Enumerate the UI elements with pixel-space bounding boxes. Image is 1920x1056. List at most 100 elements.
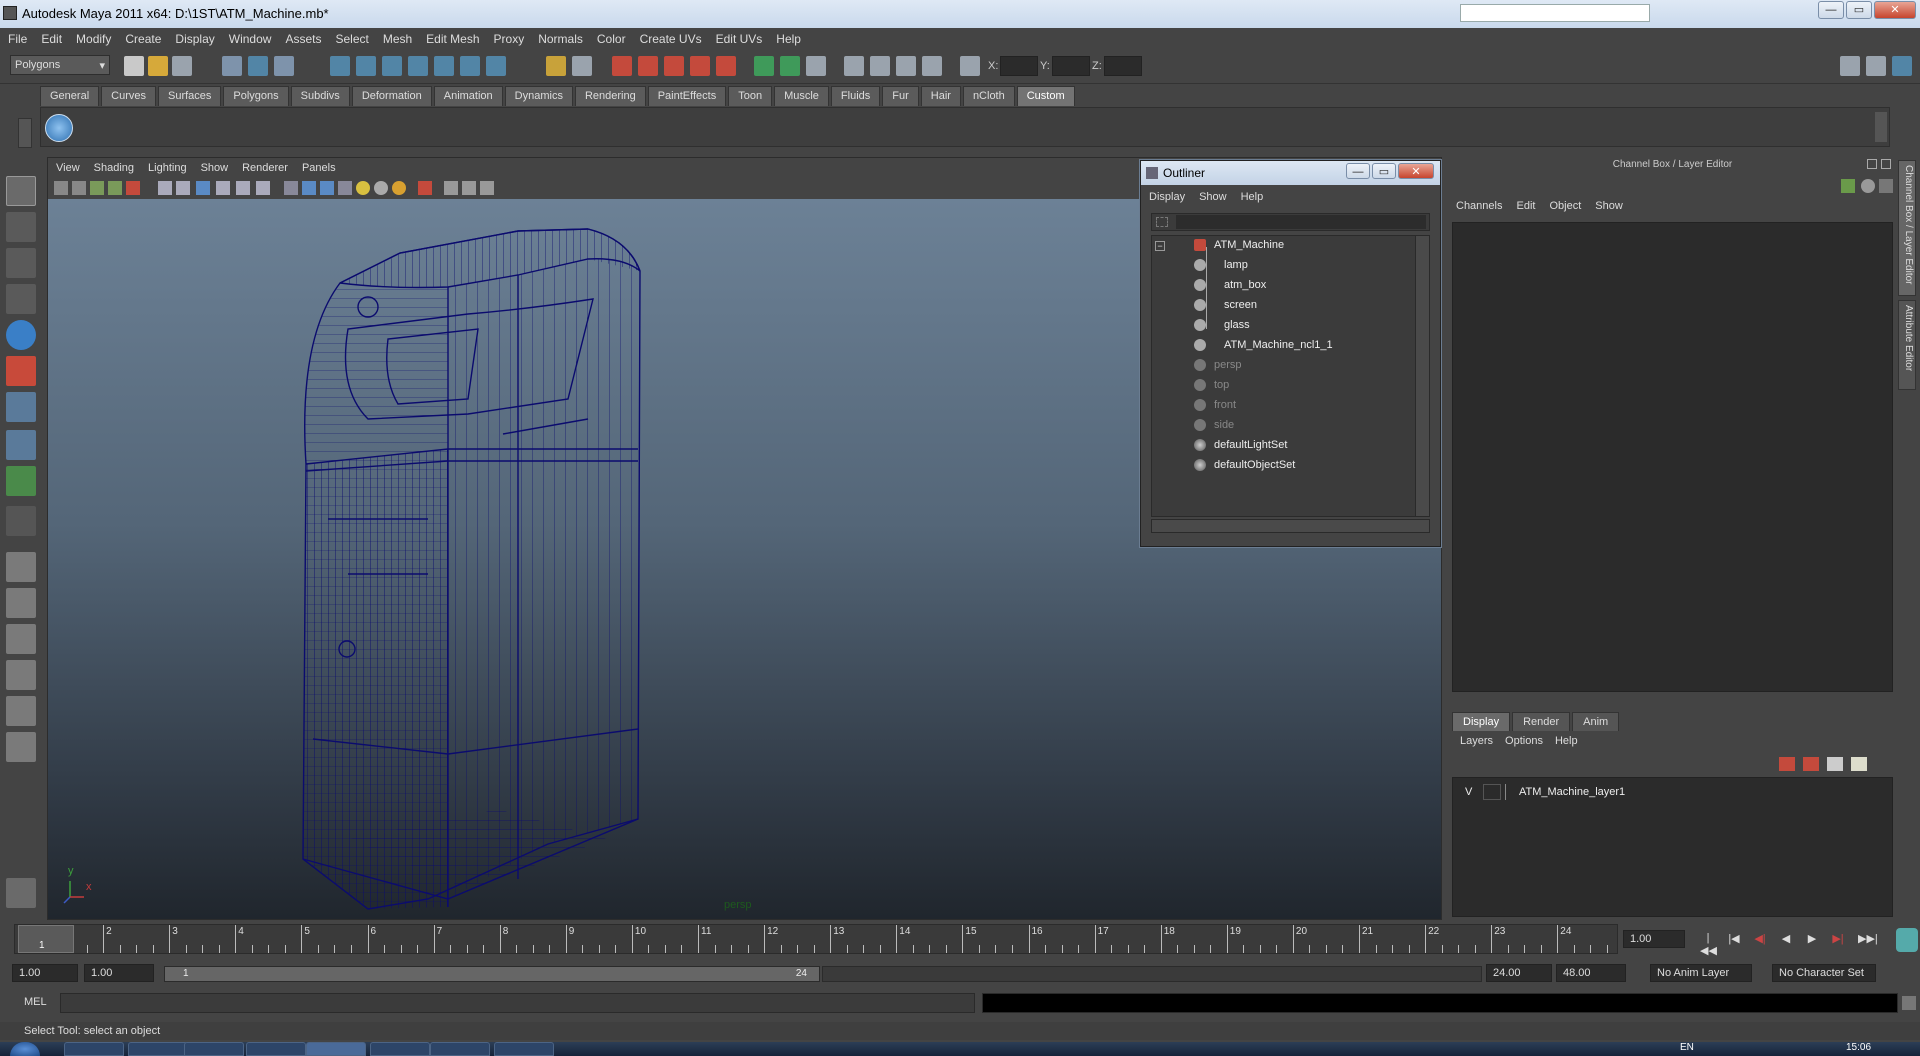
select-by-hierarchy-icon[interactable] (222, 56, 242, 76)
shelf-tab-ncloth[interactable]: nCloth (962, 86, 1015, 106)
shelf-tab-animation[interactable]: Animation (433, 86, 503, 106)
menu-select[interactable]: Select (335, 32, 368, 46)
menu-window[interactable]: Window (229, 32, 272, 46)
minimize-button[interactable]: — (1818, 1, 1844, 19)
show-layer-editor-icon[interactable] (922, 56, 942, 76)
float-panel-icon[interactable] (1867, 159, 1877, 169)
panel-menu-panels[interactable]: Panels (302, 162, 336, 174)
time-slider[interactable]: 123456789101112131415161718192021222324 … (14, 924, 1618, 954)
wireframe-icon[interactable] (284, 181, 298, 195)
shelf-tab-surfaces[interactable]: Surfaces (157, 86, 222, 106)
outliner-menu-display[interactable]: Display (1149, 191, 1185, 203)
collapse-toggle[interactable]: − (1155, 241, 1165, 251)
textured-icon[interactable] (338, 181, 352, 195)
new-empty-layer-icon[interactable] (1827, 757, 1843, 771)
outliner-item[interactable]: ATM_Machine_ncl1_1 (1194, 339, 1333, 355)
default-lighting-icon[interactable] (356, 181, 370, 195)
tool-settings-toggle-icon[interactable] (1866, 56, 1886, 76)
clock[interactable]: 15:06 (1846, 1042, 1871, 1053)
show-menu[interactable]: Show (1595, 200, 1623, 212)
persp-graph-layout-icon[interactable] (6, 660, 36, 690)
close-panel-icon[interactable] (1881, 159, 1891, 169)
film-gate-icon[interactable] (176, 181, 190, 195)
animation-end-field[interactable]: 48.00 (1556, 964, 1626, 982)
move-tool-icon[interactable] (6, 284, 36, 314)
go-to-start-icon[interactable]: |◀◀ (1700, 932, 1717, 957)
snap-to-point-icon[interactable] (382, 56, 402, 76)
shelf-tab-painteffects[interactable]: PaintEffects (647, 86, 727, 106)
shelf-tab-subdivs[interactable]: Subdivs (290, 86, 350, 106)
show-tool-settings-icon[interactable] (870, 56, 890, 76)
current-frame-marker[interactable]: 1 (18, 925, 74, 953)
script-editor-icon[interactable] (1902, 996, 1916, 1010)
character-set-dropdown[interactable]: No Character Set (1772, 964, 1876, 982)
step-back-key-icon[interactable]: |◀ (1726, 932, 1742, 946)
shelf-tab-general[interactable]: General (40, 86, 100, 106)
output-ops-icon[interactable] (638, 56, 658, 76)
construction-history-icon[interactable] (664, 56, 684, 76)
panel-menu-lighting[interactable]: Lighting (148, 162, 187, 174)
maximize-button[interactable]: ▭ (1846, 1, 1872, 19)
filter-icon[interactable] (1156, 217, 1168, 227)
taskbar-app-explorer-icon[interactable] (370, 1042, 430, 1056)
new-layer-from-selection-icon[interactable] (1851, 757, 1867, 771)
shelf-tab-custom[interactable]: Custom (1016, 86, 1075, 106)
step-forward-frame-icon[interactable]: ▶| (1830, 932, 1846, 946)
y-coord-field[interactable] (1052, 56, 1090, 76)
shelf-tab-fur[interactable]: Fur (882, 86, 919, 106)
shelf-menu-icon[interactable] (18, 118, 32, 148)
relative-transform-icon[interactable] (960, 56, 980, 76)
soft-mod-tool-icon[interactable] (6, 430, 36, 460)
camera-attributes-icon[interactable] (72, 181, 86, 195)
outliner-item[interactable]: defaultLightSet (1194, 439, 1287, 455)
taskbar-app-icon[interactable] (184, 1042, 244, 1056)
panel-menu-renderer[interactable]: Renderer (242, 162, 288, 174)
language-indicator[interactable]: EN (1680, 1042, 1694, 1053)
menu-modify[interactable]: Modify (76, 32, 111, 46)
playback-start-field[interactable]: 1.00 (84, 964, 154, 982)
four-view-layout-icon[interactable] (6, 588, 36, 618)
outliner-item[interactable]: lamp (1194, 259, 1248, 275)
channel-layer-combo-icon[interactable] (1879, 179, 1893, 193)
hypershade-icon[interactable] (780, 56, 800, 76)
menu-create-uvs[interactable]: Create UVs (640, 32, 702, 46)
quick-rename-icon[interactable] (806, 56, 826, 76)
layer-editor-icon[interactable] (1861, 179, 1875, 193)
layers-menu[interactable]: Layers (1460, 735, 1493, 747)
panel-menu-show[interactable]: Show (201, 162, 229, 174)
edit-menu[interactable]: Edit (1516, 200, 1535, 212)
lasso-tool-icon[interactable] (6, 212, 36, 242)
tab-render[interactable]: Render (1512, 712, 1571, 731)
shelf-tab-hair[interactable]: Hair (920, 86, 961, 106)
windows-search-box[interactable] (1460, 4, 1650, 22)
outliner-item[interactable]: defaultObjectSet (1194, 459, 1295, 475)
smooth-shade-icon[interactable] (302, 181, 316, 195)
playback-end-field[interactable]: 24.00 (1486, 964, 1552, 982)
help-icon[interactable] (486, 56, 506, 76)
taskbar-app-icon[interactable] (494, 1042, 554, 1056)
taskbar-app-icon[interactable] (128, 1042, 188, 1056)
snap-to-plane-icon[interactable] (408, 56, 428, 76)
shelf-scroll-icon[interactable] (1875, 112, 1887, 142)
hud-icon[interactable] (480, 181, 494, 195)
move-layer-up-icon[interactable] (1779, 757, 1795, 771)
checkmark-shelf-icon[interactable] (45, 114, 73, 142)
outliner-item[interactable]: front (1194, 399, 1236, 415)
outliner-minimize-button[interactable]: — (1346, 163, 1370, 179)
layer-color-swatch[interactable] (1505, 784, 1517, 800)
select-tool-icon[interactable] (6, 176, 36, 206)
taskbar-app-chrome-icon[interactable] (64, 1042, 124, 1056)
shelf-tab-curves[interactable]: Curves (101, 86, 156, 106)
hypershade-layout-icon[interactable] (6, 696, 36, 726)
make-live-icon[interactable] (434, 56, 454, 76)
taskbar-app-photoshop-icon[interactable] (246, 1042, 306, 1056)
shelf-tab-dynamics[interactable]: Dynamics (504, 86, 573, 106)
render-frame-icon[interactable] (690, 56, 710, 76)
shelf-tab-deformation[interactable]: Deformation (351, 86, 432, 106)
move-layer-down-icon[interactable] (1803, 757, 1819, 771)
layer-visibility-toggle[interactable]: V (1465, 786, 1472, 798)
close-button[interactable]: ✕ (1874, 1, 1916, 19)
menu-file[interactable]: File (8, 32, 27, 46)
object-menu[interactable]: Object (1549, 200, 1581, 212)
xray-icon[interactable] (444, 181, 458, 195)
